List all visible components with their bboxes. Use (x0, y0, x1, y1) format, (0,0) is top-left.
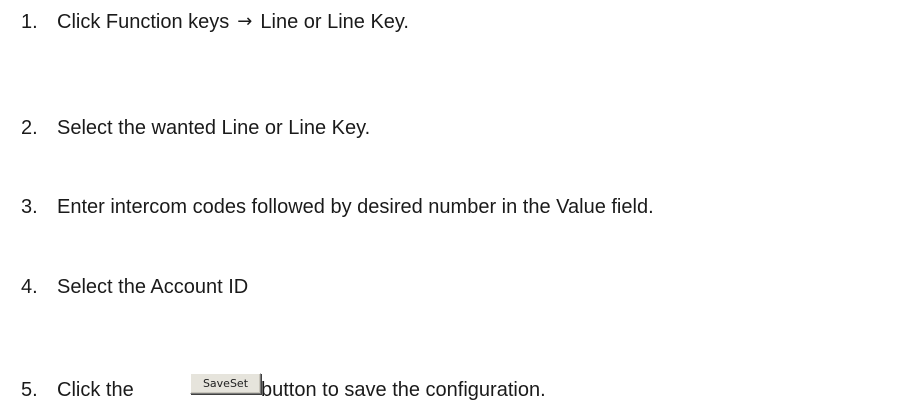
step-number: 4. (21, 276, 38, 298)
step-number: 3. (21, 196, 38, 218)
step-text: Line or Line Key. (260, 11, 409, 33)
step-text: Click the (57, 379, 134, 401)
step-number: 2. (21, 117, 38, 139)
step-text: Enter intercom codes followed by desired… (57, 196, 654, 218)
right-arrow-icon: → (237, 11, 253, 32)
step-2: 2. Select the wanted Line or Line Key. (21, 116, 370, 140)
step-text: Select the wanted Line or Line Key. (57, 117, 371, 139)
step-1: 1. Click Function keys → Line or Line Key. (21, 10, 409, 35)
step-5: 5. Click the SaveSet button to save the … (21, 372, 891, 406)
step-3: 3. Enter intercom codes followed by desir… (21, 195, 654, 219)
saveset-button[interactable]: SaveSet (190, 373, 261, 394)
step-4: 4. Select the Account ID (21, 275, 248, 299)
step-number: 1. (21, 11, 38, 33)
step-number: 5. (21, 379, 38, 401)
step-text: button to save the configuration. (261, 379, 546, 401)
step-text: Select the Account ID (57, 276, 249, 298)
step-text: Click Function keys (57, 11, 230, 33)
